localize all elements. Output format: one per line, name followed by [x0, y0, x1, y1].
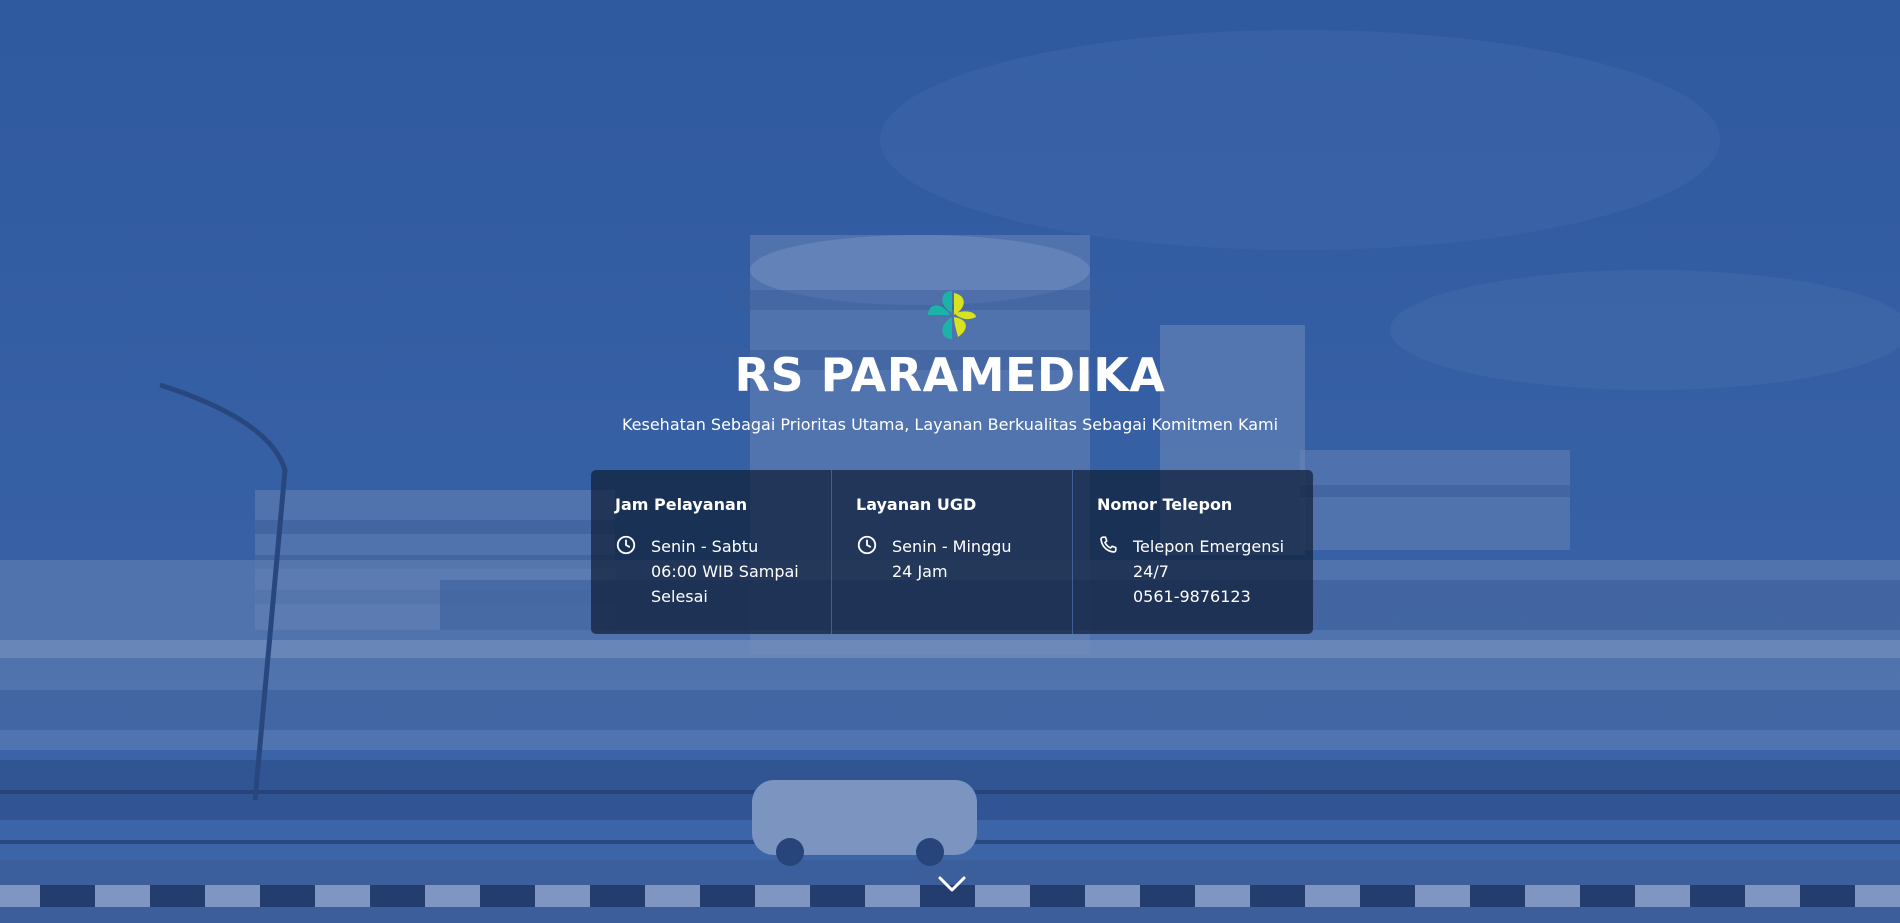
service-hours-days: Senin - Sabtu	[651, 537, 759, 556]
ugd-service-time: 24 Jam	[892, 562, 948, 581]
phone-column: Nomor Telepon Telepon Emergensi 24/7 056…	[1072, 470, 1313, 634]
phone-icon	[1100, 536, 1117, 553]
phone-text: Telepon Emergensi 24/7 0561-9876123	[1133, 534, 1284, 609]
ugd-service-column: Layanan UGD Senin - Minggu 24 Jam	[831, 470, 1072, 634]
phone-number[interactable]: 0561-9876123	[1133, 584, 1284, 609]
phone-row: Telepon Emergensi 24/7 0561-9876123	[1097, 534, 1289, 609]
service-hours-text: Senin - Sabtu 06:00 WIB Sampai Selesai	[651, 534, 799, 609]
service-hours-end: Selesai	[651, 587, 708, 606]
ugd-service-row: Senin - Minggu 24 Jam	[856, 534, 1048, 584]
clock-icon	[857, 535, 877, 555]
hospital-logo	[928, 291, 976, 339]
service-hours-row: Senin - Sabtu 06:00 WIB Sampai Selesai	[615, 534, 807, 609]
service-hours-heading: Jam Pelayanan	[615, 495, 748, 514]
clock-icon	[616, 535, 636, 555]
service-hours-time: 06:00 WIB Sampai	[651, 562, 799, 581]
site-title: RS PARAMEDIKA	[734, 348, 1166, 402]
ugd-service-heading: Layanan UGD	[856, 495, 977, 514]
scroll-down-chevron-icon[interactable]	[937, 873, 967, 895]
phone-availability: 24/7	[1133, 562, 1169, 581]
phone-heading: Nomor Telepon	[1097, 495, 1233, 514]
hero-content: RS PARAMEDIKA Kesehatan Sebagai Priorita…	[0, 0, 1900, 923]
site-tagline: Kesehatan Sebagai Prioritas Utama, Layan…	[621, 415, 1279, 434]
ugd-service-text: Senin - Minggu 24 Jam	[892, 534, 1012, 584]
info-panel: Jam Pelayanan Senin - Sabtu 06:00 WIB Sa…	[591, 470, 1313, 634]
phone-label: Telepon Emergensi	[1133, 537, 1285, 556]
service-hours-column: Jam Pelayanan Senin - Sabtu 06:00 WIB Sa…	[591, 470, 831, 634]
hero-section: RS PARAMEDIKA Kesehatan Sebagai Priorita…	[0, 0, 1900, 923]
ugd-service-days: Senin - Minggu	[892, 537, 1012, 556]
